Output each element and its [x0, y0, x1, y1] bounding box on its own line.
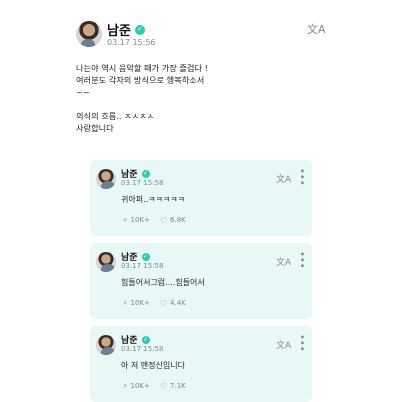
reply-stats: ⌕ 10K+ ♡ 6.8K [123, 215, 186, 225]
comment-count[interactable]: ⌕ 10K+ [123, 298, 150, 308]
translate-icon[interactable]: 文A [276, 255, 291, 268]
translate-icon[interactable]: 文A [276, 338, 291, 351]
heart-icon: ♡ [159, 215, 168, 225]
reply-timestamp: 03.17 15:58 [121, 345, 164, 353]
translate-icon[interactable]: 文A [276, 172, 291, 185]
like-count[interactable]: ♡ 6.8K [160, 216, 186, 225]
reply-text: 아 저 맨정신입니다 [121, 361, 185, 370]
comment-count[interactable]: ⌕ 10K+ [123, 381, 150, 391]
avatar[interactable] [96, 335, 116, 355]
post-body: 나는야 역시 음악할 때가 가장 즐겁다 ! 여러분도 각자의 방식으로 행복하… [76, 63, 208, 133]
like-count[interactable]: ♡ 4.4K [160, 299, 186, 308]
verified-check-icon: ✓ [141, 252, 150, 261]
reply-text: 귀아퍼..ㅋㅋㅋㅋㅋ [121, 195, 185, 204]
reply-card[interactable]: 남준 ✓ 03.17 15:58 文A ••• 아 저 맨정신입니다 ⌕ 10K… [90, 326, 312, 402]
verified-check-icon: ✓ [134, 24, 145, 35]
comment-icon: ⌕ [123, 298, 128, 307]
reply-stats: ⌕ 10K+ ♡ 4.4K [123, 298, 186, 308]
reply-card[interactable]: 남준 ✓ 03.17 15:58 文A ••• 힘들어서그럼....힘들어서 ⌕… [90, 243, 312, 319]
author-name[interactable]: 남준 [107, 20, 131, 39]
like-count-value: 7.1K [170, 382, 186, 390]
comment-icon: ⌕ [123, 381, 128, 390]
like-count[interactable]: ♡ 7.1K [160, 382, 186, 391]
comment-count-value: 10K+ [130, 216, 150, 224]
reply-text: 힘들어서그럼....힘들어서 [121, 278, 205, 287]
reply-stats: ⌕ 10K+ ♡ 7.1K [123, 381, 186, 391]
translate-icon[interactable]: 文A [307, 21, 326, 37]
comment-icon: ⌕ [123, 215, 128, 224]
like-count-value: 4.4K [170, 299, 186, 307]
comment-count-value: 10K+ [130, 299, 150, 307]
verified-check-icon: ✓ [141, 335, 150, 344]
reply-card[interactable]: 남준 ✓ 03.17 15:58 文A ••• 귀아퍼..ㅋㅋㅋㅋㅋ ⌕ 10K… [90, 160, 312, 236]
heart-icon: ♡ [159, 298, 168, 308]
comment-count-value: 10K+ [130, 382, 150, 390]
more-options-icon[interactable]: ••• [296, 334, 307, 352]
comment-count[interactable]: ⌕ 10K+ [123, 215, 150, 225]
like-count-value: 6.8K [170, 216, 186, 224]
avatar[interactable] [76, 21, 102, 47]
post-header: 남준 ✓ 03.17 15:56 [76, 18, 336, 52]
author-row: 남준 ✓ [107, 20, 145, 39]
reply-timestamp: 03.17 15:58 [121, 179, 164, 187]
avatar[interactable] [96, 169, 116, 189]
reply-timestamp: 03.17 15:58 [121, 262, 164, 270]
more-options-icon[interactable]: ••• [296, 168, 307, 186]
avatar[interactable] [96, 252, 116, 272]
verified-check-icon: ✓ [141, 169, 150, 178]
more-options-icon[interactable]: ••• [296, 251, 307, 269]
heart-icon: ♡ [159, 381, 168, 391]
post-timestamp: 03.17 15:56 [107, 38, 156, 47]
